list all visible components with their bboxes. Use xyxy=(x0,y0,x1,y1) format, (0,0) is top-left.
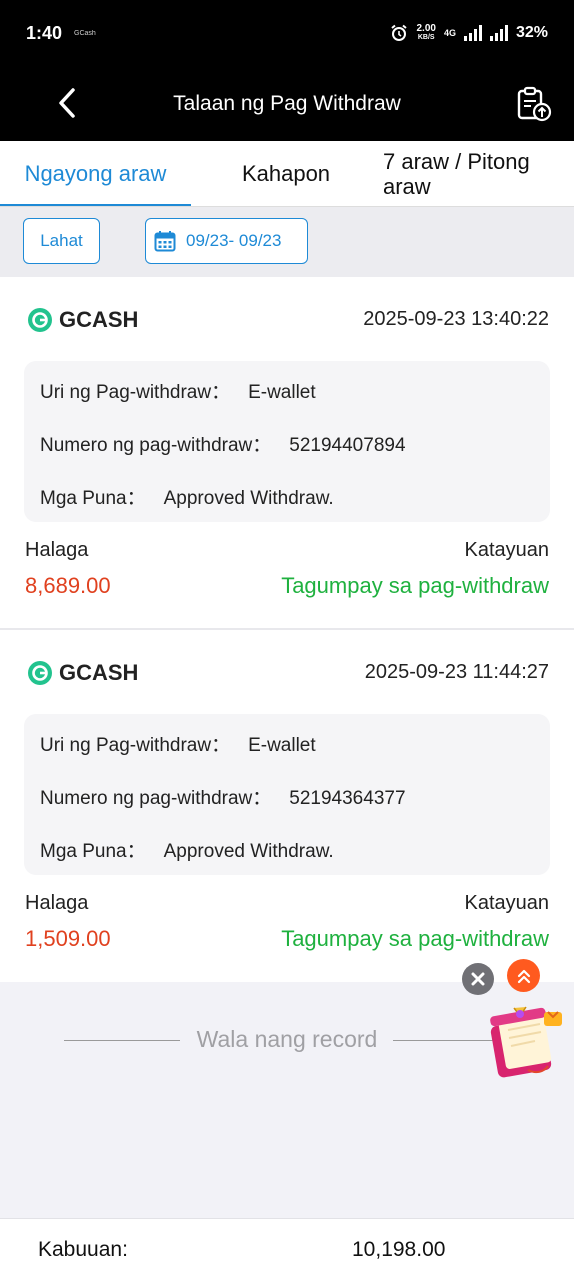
remarks-row: Mga Puna： Approved Withdraw. xyxy=(40,836,334,863)
battery-level: 32% xyxy=(515,24,548,41)
withdraw-number-label: Numero ng pag-withdraw： xyxy=(40,435,272,456)
withdraw-type-value: E-wallet xyxy=(248,382,316,403)
remarks-value: Approved Withdraw. xyxy=(163,488,334,509)
signal-icon xyxy=(463,25,482,41)
status-value: Tagumpay sa pag-withdraw xyxy=(281,573,549,598)
amount-label: Halaga xyxy=(25,892,89,914)
provider: GCASH xyxy=(27,307,138,333)
network-type: 4G xyxy=(443,28,456,38)
gift-promo-icon[interactable] xyxy=(484,1000,568,1084)
status-right: 2.00 KB/S 4G 32% xyxy=(390,24,548,42)
header: Talaan ng Pag Withdraw xyxy=(0,66,574,141)
clipboard-upload-icon[interactable] xyxy=(514,84,554,124)
withdraw-number-row: Numero ng pag-withdraw： 52194364377 xyxy=(40,783,406,810)
close-promo-button[interactable] xyxy=(462,963,494,995)
status-value: Tagumpay sa pag-withdraw xyxy=(281,926,549,951)
scroll-top-button[interactable] xyxy=(507,959,540,992)
total-value: 10,198.00 xyxy=(352,1238,446,1261)
signal-icon-2 xyxy=(489,25,508,41)
status-label: Katayuan xyxy=(464,892,549,914)
remarks-value: Approved Withdraw. xyxy=(163,841,334,862)
withdraw-number-value: 52194364377 xyxy=(289,788,406,809)
remarks-label: Mga Puna： xyxy=(40,488,146,509)
remarks-row: Mga Puna： Approved Withdraw. xyxy=(40,483,334,510)
withdraw-type-label: Uri ng Pag-withdraw： xyxy=(40,382,231,403)
network-speed: 2.00 KB/S xyxy=(416,24,435,42)
withdraw-type-row: Uri ng Pag-withdraw： E-wallet xyxy=(40,377,316,404)
filter-all-button[interactable]: Lahat xyxy=(23,218,100,264)
withdraw-type-value: E-wallet xyxy=(248,735,316,756)
amount-value: 8,689.00 xyxy=(25,573,111,598)
status-bar: 1:40 GCash 2.00 KB/S 4G 32% xyxy=(0,0,574,66)
record-details: Uri ng Pag-withdraw： E-wallet Numero ng p… xyxy=(24,361,550,522)
filter-bar: Lahat 09/23- 09/23 xyxy=(0,207,574,277)
provider-name: GCASH xyxy=(59,660,139,685)
gcash-logo-icon xyxy=(28,661,52,685)
remarks-label: Mga Puna： xyxy=(40,841,146,862)
withdraw-number-value: 52194407894 xyxy=(289,435,406,456)
close-icon xyxy=(471,972,485,986)
back-button[interactable] xyxy=(50,86,84,120)
date-range-button[interactable]: 09/23- 09/23 xyxy=(145,218,308,264)
total-label: Kabuuan: xyxy=(38,1238,128,1261)
record-details: Uri ng Pag-withdraw： E-wallet Numero ng p… xyxy=(24,714,550,875)
provider-name: GCASH xyxy=(59,307,139,332)
status-label: Katayuan xyxy=(464,539,549,561)
amount-value: 1,509.00 xyxy=(25,926,111,951)
withdraw-record[interactable]: GCASH 2025-09-23 11:44:27 Uri ng Pag-wit… xyxy=(0,630,574,982)
speed-unit: KB/S xyxy=(417,34,435,41)
withdraw-type-row: Uri ng Pag-withdraw： E-wallet xyxy=(40,730,316,757)
calendar-icon xyxy=(154,231,176,252)
date-tabs: Ngayong araw Kahapon 7 araw / Pitong ara… xyxy=(0,141,574,207)
withdraw-record[interactable]: GCASH 2025-09-23 13:40:22 Uri ng Pag-wit… xyxy=(0,277,574,628)
double-chevron-up-icon xyxy=(517,969,530,983)
gcash-logo-icon xyxy=(28,308,52,332)
total-bar: Kabuuan: 10,198.00 xyxy=(0,1218,574,1280)
tab-yesterday[interactable]: Kahapon xyxy=(191,141,381,207)
record-timestamp: 2025-09-23 13:40:22 xyxy=(363,308,549,330)
page-title: Talaan ng Pag Withdraw xyxy=(173,91,401,115)
speed-value: 2.00 xyxy=(416,23,436,34)
provider: GCASH xyxy=(27,660,138,686)
tab-seven-days[interactable]: 7 araw / Pitong araw xyxy=(381,141,574,207)
status-app-hint: GCash xyxy=(74,29,96,37)
back-chevron-icon xyxy=(59,88,75,118)
tab-today[interactable]: Ngayong araw xyxy=(0,141,191,207)
withdraw-number-row: Numero ng pag-withdraw： 52194407894 xyxy=(40,430,406,457)
date-range-text: 09/23- 09/23 xyxy=(186,231,282,250)
amount-label: Halaga xyxy=(25,539,89,561)
withdraw-type-label: Uri ng Pag-withdraw： xyxy=(40,735,231,756)
status-time: 1:40 xyxy=(26,22,63,43)
record-timestamp: 2025-09-23 11:44:27 xyxy=(364,661,549,683)
alarm-icon xyxy=(391,24,408,41)
withdraw-number-label: Numero ng pag-withdraw： xyxy=(40,788,272,809)
